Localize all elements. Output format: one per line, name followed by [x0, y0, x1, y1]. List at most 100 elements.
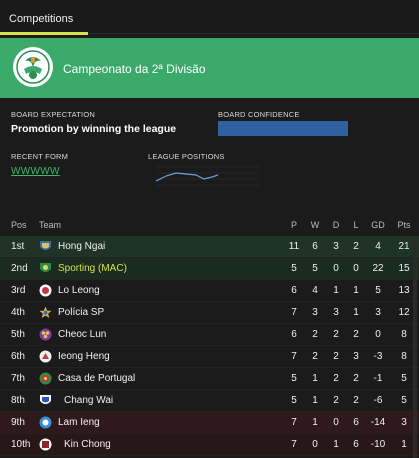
played: 5 — [291, 395, 297, 406]
header-d[interactable]: D — [329, 214, 343, 236]
header-gd[interactable]: GD — [366, 214, 390, 236]
club-crest-icon — [39, 284, 52, 297]
board-confidence-bar[interactable] — [218, 121, 348, 136]
team-name[interactable]: Cheoc Lun — [58, 324, 106, 346]
points: 8 — [401, 351, 407, 362]
won: 0 — [312, 439, 318, 450]
won: 6 — [312, 241, 318, 252]
league-positions-line — [155, 172, 219, 182]
goal-difference: 4 — [375, 241, 381, 252]
points: 3 — [401, 417, 407, 428]
drawn: 0 — [333, 263, 339, 274]
header-pos[interactable]: Pos — [11, 214, 27, 236]
table-row[interactable]: 3rd Lo Leong 6 4 1 1 5 13 — [0, 280, 419, 302]
row-position: 5th — [11, 329, 25, 340]
points: 13 — [398, 285, 410, 296]
team-name[interactable]: Polícia SP — [58, 302, 104, 324]
team-name[interactable]: Ieong Heng — [58, 346, 110, 368]
table-row[interactable]: 5th Cheoc Lun 6 2 2 2 0 8 — [0, 324, 419, 346]
drawn: 1 — [333, 439, 339, 450]
played: 7 — [291, 417, 297, 428]
points: 1 — [401, 439, 407, 450]
played: 5 — [291, 373, 297, 384]
recent-form-value: WWWWW — [11, 166, 60, 177]
goal-difference: 5 — [375, 285, 381, 296]
board-confidence-label: BOARD CONFIDENCE — [218, 110, 300, 119]
table-row[interactable]: 9th Lam Ieng 7 1 0 6 -14 3 — [0, 412, 419, 434]
played: 11 — [288, 241, 300, 252]
played: 5 — [291, 263, 297, 274]
won: 1 — [312, 417, 318, 428]
row-position: 3rd — [11, 285, 26, 296]
row-position: 8th — [11, 395, 25, 406]
played: 6 — [291, 329, 297, 340]
table-row[interactable]: 1st Hong Ngai 11 6 3 2 4 21 — [0, 236, 419, 258]
table-header: Pos Team P W D L GD Pts — [0, 214, 419, 236]
lost: 2 — [353, 373, 359, 384]
table-row[interactable]: 10th Kin Chong 7 0 1 6 -10 1 — [0, 434, 419, 456]
header-pts[interactable]: Pts — [393, 214, 415, 236]
league-positions-label: LEAGUE POSITIONS — [148, 152, 225, 161]
board-expectation-label: BOARD EXPECTATION — [11, 110, 95, 119]
row-position: 7th — [11, 373, 25, 384]
club-crest-icon — [39, 372, 52, 385]
team-name[interactable]: Kin Chong — [64, 434, 111, 456]
lost: 1 — [353, 285, 359, 296]
won: 1 — [312, 373, 318, 384]
table-row[interactable]: 6th Ieong Heng 7 2 2 3 -3 8 — [0, 346, 419, 368]
team-name[interactable]: Lo Leong — [58, 280, 100, 302]
table-scrollbar[interactable] — [413, 236, 417, 458]
won: 2 — [312, 351, 318, 362]
club-crest-icon — [39, 438, 52, 451]
team-name[interactable]: Lam Ieng — [58, 412, 100, 434]
goal-difference: -6 — [373, 395, 383, 406]
club-crest-icon — [39, 394, 52, 407]
table-row[interactable]: 7th Casa de Portugal 5 1 2 2 -1 5 — [0, 368, 419, 390]
goal-difference: -3 — [373, 351, 383, 362]
won: 1 — [312, 395, 318, 406]
drawn: 2 — [333, 395, 339, 406]
goal-difference: -1 — [373, 373, 383, 384]
lost: 2 — [353, 241, 359, 252]
drawn: 3 — [333, 307, 339, 318]
header-l[interactable]: L — [349, 214, 363, 236]
club-crest-icon — [39, 350, 52, 363]
club-crest-icon — [39, 416, 52, 429]
goal-difference: -10 — [370, 439, 386, 450]
team-name[interactable]: Hong Ngai — [58, 236, 105, 258]
header-team[interactable]: Team — [39, 214, 61, 236]
points: 5 — [401, 373, 407, 384]
points: 8 — [401, 329, 407, 340]
goal-difference: 0 — [375, 329, 381, 340]
table-row[interactable]: 2nd Sporting (MAC) 5 5 0 0 22 15 — [0, 258, 419, 280]
won: 5 — [312, 263, 318, 274]
drawn: 0 — [333, 417, 339, 428]
team-name[interactable]: Chang Wai — [64, 390, 113, 412]
league-positions-chart[interactable] — [148, 163, 268, 189]
lost: 2 — [353, 329, 359, 340]
won: 3 — [312, 307, 318, 318]
points: 21 — [398, 241, 410, 252]
table-row[interactable]: 8th Chang Wai 5 1 2 2 -6 5 — [0, 390, 419, 412]
goal-difference: -14 — [370, 417, 386, 428]
row-position: 4th — [11, 307, 25, 318]
drawn: 2 — [333, 329, 339, 340]
goal-difference: 22 — [372, 263, 384, 274]
team-name[interactable]: Casa de Portugal — [58, 368, 135, 390]
competition-title: Campeonato da 2ª Divisão — [63, 62, 206, 76]
table-row[interactable]: 4th Polícia SP 7 3 3 1 3 12 — [0, 302, 419, 324]
lost: 2 — [353, 395, 359, 406]
team-name[interactable]: Sporting (MAC) — [58, 258, 127, 280]
tab-competitions[interactable]: Competitions — [0, 0, 88, 35]
played: 6 — [291, 285, 297, 296]
points: 12 — [398, 307, 410, 318]
header-p[interactable]: P — [287, 214, 301, 236]
drawn: 2 — [333, 373, 339, 384]
lost: 6 — [353, 417, 359, 428]
club-crest-icon — [39, 240, 52, 253]
competition-header: Campeonato da 2ª Divisão — [0, 38, 419, 98]
row-position: 2nd — [11, 263, 28, 274]
header-w[interactable]: W — [308, 214, 322, 236]
club-crest-icon — [39, 306, 52, 319]
active-tab-indicator — [0, 32, 88, 35]
